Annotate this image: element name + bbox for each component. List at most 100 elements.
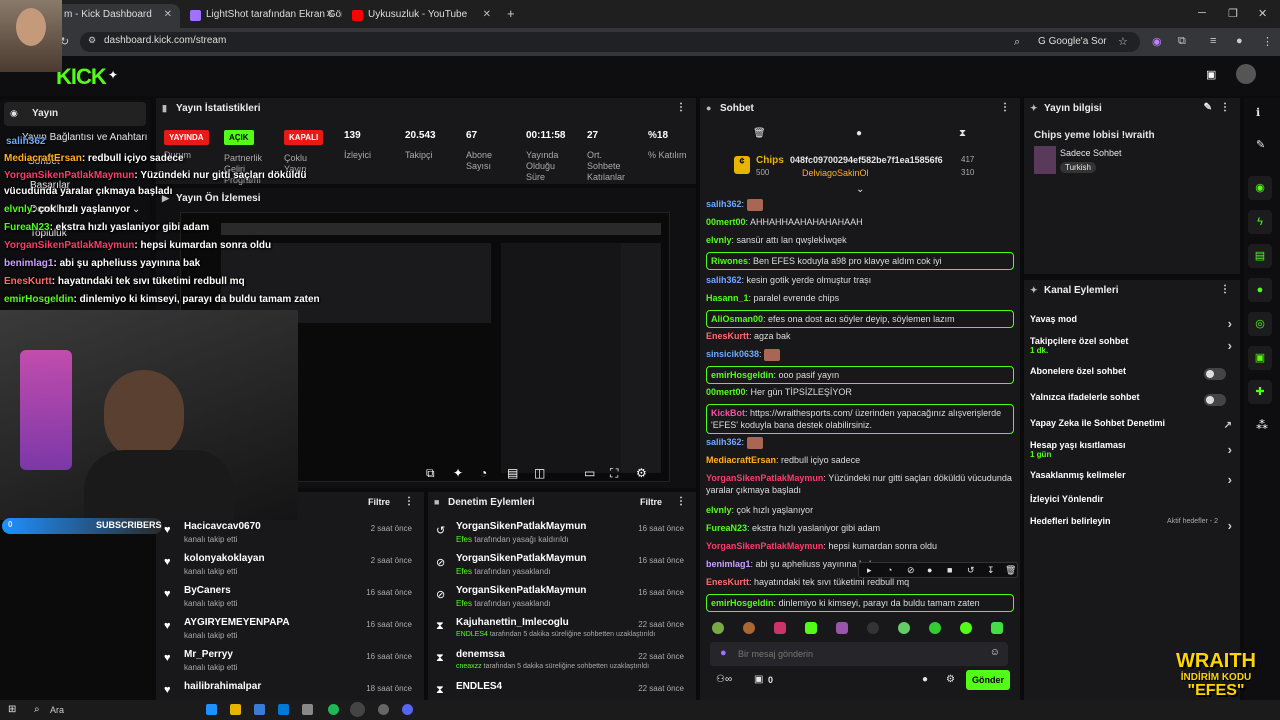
settings-gear-icon[interactable]: ⚙ xyxy=(946,674,955,685)
chat-message[interactable]: AliOsman00: efes ona dost acı söyler dey… xyxy=(706,310,1014,328)
toggle-switch[interactable] xyxy=(1204,368,1226,380)
chat-username[interactable]: KickBot xyxy=(711,408,745,418)
delete-icon[interactable]: 🗑 xyxy=(1005,565,1016,576)
chat-message[interactable]: KickBot: https://wraithesports.com/ üzer… xyxy=(706,404,1014,434)
channel-action-item[interactable]: Abonelere özel sohbet xyxy=(1030,366,1232,390)
tab-lightshot[interactable]: LightShot tarafından Ekran Gör... ✕ xyxy=(182,4,342,28)
app-icon[interactable] xyxy=(302,704,313,715)
edit-pencil-icon[interactable]: ✎ xyxy=(1256,138,1265,151)
chat-username[interactable]: salih362 xyxy=(706,275,742,285)
channel-action-item[interactable]: Yalnızca ifadelerle sohbet xyxy=(1030,392,1232,416)
follower-name[interactable]: AYGIRYEMEYENPAPA xyxy=(184,617,290,628)
outlook-icon[interactable] xyxy=(254,704,265,715)
chat-bubble-icon[interactable]: ● xyxy=(922,674,928,685)
moderated-user[interactable]: YorganSikenPatlakMaymun xyxy=(456,553,586,564)
moderator-name[interactable]: Efes xyxy=(456,535,472,544)
url-field[interactable]: ⚙ dashboard.kick.com/stream xyxy=(80,32,1140,52)
filter-button[interactable]: Filtre xyxy=(368,497,390,507)
chat-message[interactable]: sinsicik0638: xyxy=(706,348,1014,361)
more-options-icon[interactable]: ⋮ xyxy=(1220,102,1230,113)
chat-message[interactable]: YorganSikenPatlakMaymun: hepsi kumardan … xyxy=(706,540,1014,552)
tab-youtube[interactable]: Uykusuzluk - YouTube ✕ xyxy=(344,4,499,28)
close-tab-icon[interactable]: ✕ xyxy=(164,9,172,20)
theater-icon[interactable]: ▭ xyxy=(584,466,595,480)
chat-username[interactable]: FureaN23 xyxy=(706,523,747,533)
chat-username[interactable]: AliOsman00 xyxy=(711,314,763,324)
timer-icon[interactable]: ◔ xyxy=(480,466,487,480)
notes-tool-button[interactable]: ▤ xyxy=(1248,244,1272,268)
chat-username[interactable]: salih362 xyxy=(706,199,742,209)
chat-message[interactable]: Riwones: Ben EFES koduyla a98 pro klavye… xyxy=(706,252,1014,270)
category-name[interactable]: Sadece Sohbet xyxy=(1060,148,1122,158)
chat-message[interactable]: emirHosgeldin: dinlemiyo ki kimseyi, par… xyxy=(706,594,1014,612)
more-options-icon[interactable]: ⋮ xyxy=(1000,102,1010,113)
pin-icon[interactable]: ✦ xyxy=(108,68,118,82)
moderator-name[interactable]: Efes xyxy=(456,567,472,576)
chat-username[interactable]: YorganSikenPatlakMaymun xyxy=(706,473,823,483)
taskbar-search[interactable]: Ara xyxy=(50,705,64,715)
chat-message[interactable]: FureaN23: ekstra hızlı yaslaniyor gibi a… xyxy=(706,522,1014,534)
lightning-tool-button[interactable]: ϟ xyxy=(1248,210,1272,234)
user-avatar[interactable] xyxy=(1236,64,1256,84)
more-options-icon[interactable]: ⋮ xyxy=(676,496,686,507)
toggle-switch[interactable] xyxy=(1204,394,1226,406)
wrench-tool-button[interactable]: ✚ xyxy=(1248,380,1272,404)
channel-action-item[interactable]: Yapay Zeka ile Sohbet Denetimi ↗ xyxy=(1030,418,1232,442)
follower-name[interactable]: hailibrahimalpar xyxy=(184,681,261,692)
pip-icon[interactable]: ◫ xyxy=(534,466,545,480)
broadcast-tool-button[interactable]: ◎ xyxy=(1248,312,1272,336)
minimize-icon[interactable]: ─ xyxy=(1198,7,1206,19)
trash-icon[interactable]: 🗑 xyxy=(753,128,766,139)
info-icon[interactable]: ℹ xyxy=(1256,106,1260,119)
emote-icon[interactable] xyxy=(991,622,1003,634)
microphone-icon[interactable]: ● xyxy=(720,647,727,659)
chrome-menu-icon[interactable]: ⋮ xyxy=(1262,35,1273,48)
emote-icon[interactable] xyxy=(929,622,941,634)
zoom-icon[interactable]: ⌕ xyxy=(1014,36,1020,49)
channel-action-item[interactable]: Takipçilere özel sohbet 1 dk. › xyxy=(1030,336,1232,360)
chat-username[interactable]: MediacraftErsan xyxy=(706,455,776,465)
channel-action-item[interactable]: Yavaş mod › xyxy=(1030,314,1232,338)
moderated-user[interactable]: ENDLES4 xyxy=(456,681,502,692)
windows-start-icon[interactable]: ⊞ xyxy=(8,704,16,715)
maximize-icon[interactable]: ❐ xyxy=(1228,7,1238,20)
emote-icon[interactable] xyxy=(805,622,817,634)
chat-username[interactable]: salih362 xyxy=(706,437,742,447)
chat-message[interactable]: EnesKurtt: agza bak xyxy=(706,330,1014,342)
copy-icon[interactable]: ■ xyxy=(947,565,952,575)
pin-icon[interactable]: ↧ xyxy=(987,565,995,576)
send-button[interactable]: Gönder xyxy=(966,670,1010,690)
follower-name[interactable]: kolonyakoklayan xyxy=(184,553,265,564)
chat-username[interactable]: EnesKurtt xyxy=(706,331,749,341)
teams-icon[interactable] xyxy=(278,704,289,715)
moderated-user[interactable]: denemssa xyxy=(456,649,505,660)
connections-icon[interactable]: ⁂ xyxy=(1256,418,1268,432)
site-info-icon[interactable]: ⚙ xyxy=(88,35,96,46)
reply-icon[interactable]: ▸ xyxy=(867,565,872,576)
chat-username[interactable]: benimlag1 xyxy=(706,559,751,569)
collapse-icon[interactable]: ⌄ xyxy=(856,184,864,195)
chrome-icon[interactable] xyxy=(350,702,365,717)
chat-username[interactable]: emirHosgeldin xyxy=(711,370,774,380)
moderator-name[interactable]: cneaxzz xyxy=(456,663,482,670)
extensions-puzzle-icon[interactable]: ⧉ xyxy=(1178,35,1186,48)
theater-mode-icon[interactable]: ▣ xyxy=(1206,68,1216,81)
extension-icon[interactable]: ◉ xyxy=(1152,35,1162,48)
chat-tool-button[interactable]: ● xyxy=(1248,278,1272,302)
chat-username[interactable]: 00mert00 xyxy=(706,217,746,227)
obs-icon[interactable] xyxy=(378,704,389,715)
emote-icon[interactable] xyxy=(867,622,879,634)
chat-message[interactable]: salih362: xyxy=(706,198,1014,211)
new-tab-button[interactable]: + xyxy=(507,6,515,21)
timer-icon[interactable]: ⧗ xyxy=(959,128,966,139)
kick-logo[interactable]: KICK xyxy=(56,64,107,90)
chat-message[interactable]: 00mert00: Her gün TİPSİZLEŞİYOR xyxy=(706,386,1014,398)
emote-icon[interactable] xyxy=(836,622,848,634)
channel-action-item[interactable]: Hedefleri belirleyin Aktif hedefler - 2 › xyxy=(1030,516,1232,540)
chat-message[interactable]: emirHosgeldin: ooo pasif yayın xyxy=(706,366,1014,384)
moderated-user[interactable]: YorganSikenPatlakMaymun xyxy=(456,585,586,596)
emote-icon[interactable] xyxy=(898,622,910,634)
stats-icon[interactable]: ▤ xyxy=(507,466,518,480)
more-options-icon[interactable]: ⋮ xyxy=(404,496,414,507)
chat-message[interactable]: Hasann_1: paralel evrende chips xyxy=(706,292,1014,304)
